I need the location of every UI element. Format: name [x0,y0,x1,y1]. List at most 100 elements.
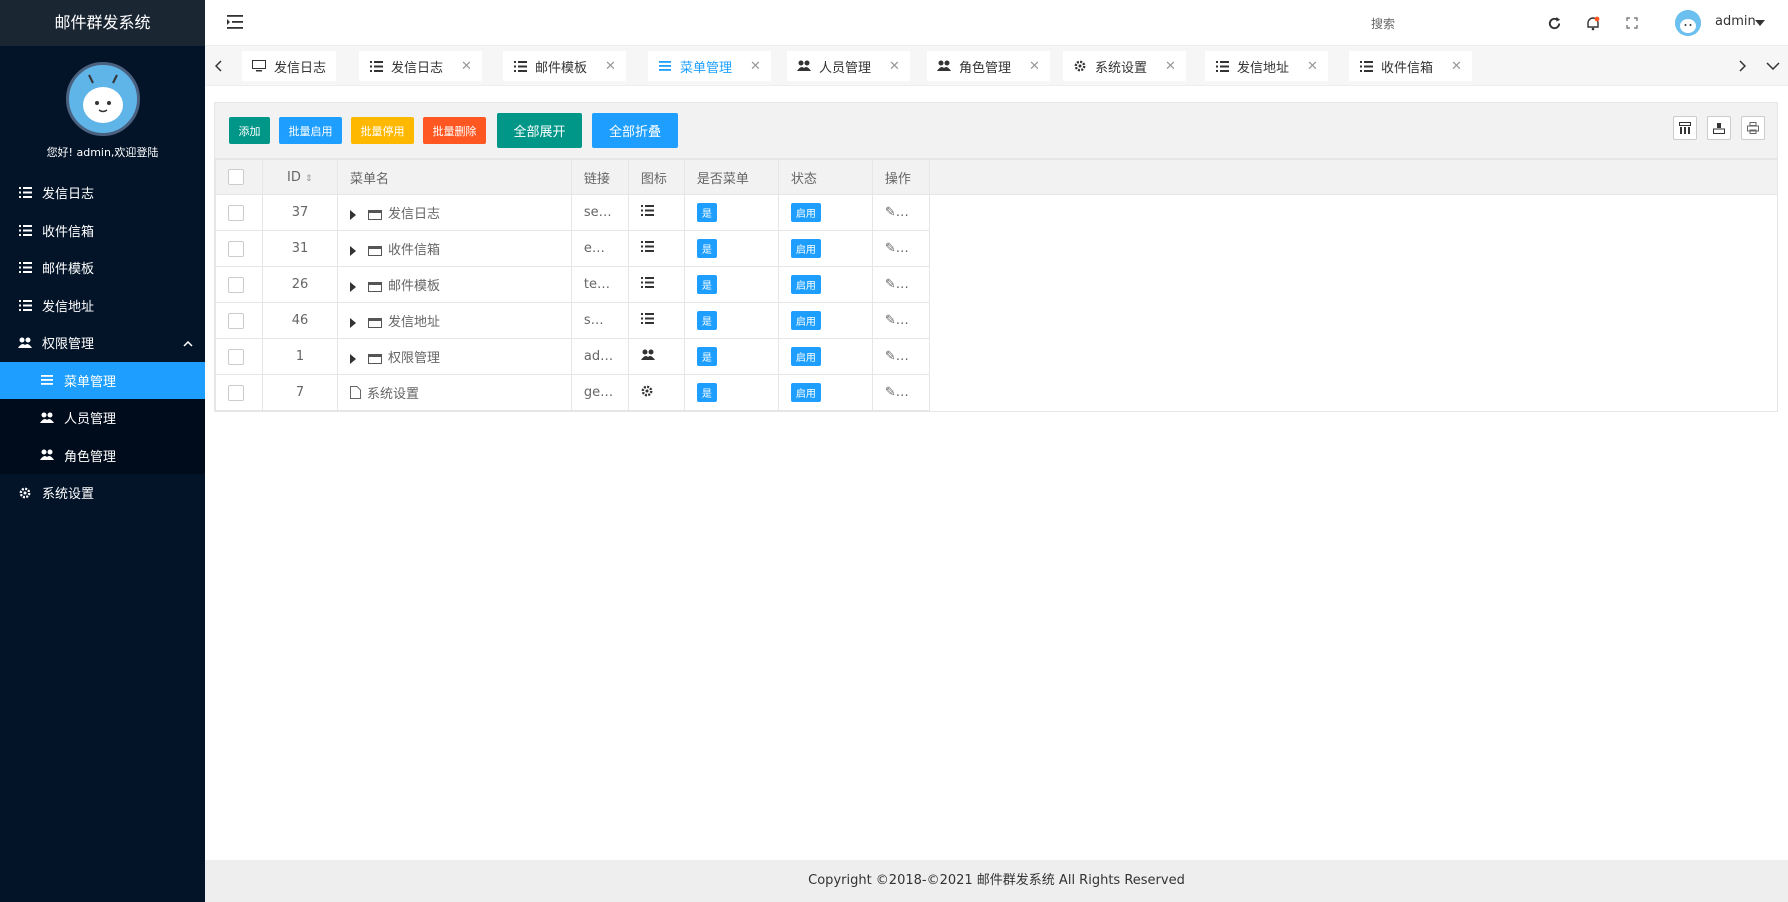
sidebar-toggle-icon[interactable] [227,14,245,32]
monitor-icon [252,59,266,73]
sidebar-item-templates[interactable]: 邮件模板 [0,249,205,287]
edit-icon[interactable]: ✎ [885,205,896,220]
batch-disable-button[interactable]: 批量停用 [351,117,414,144]
chevron-down-icon[interactable] [1758,46,1788,86]
collapse-all-button[interactable]: 全部折叠 [592,113,678,148]
edit-icon[interactable]: ✎ [885,313,896,328]
tab-label: 系统设置 [1095,60,1148,76]
table-row: 7 系统设置 ge… 是 启用 ✎… [215,374,1778,411]
tab-label: 角色管理 [959,60,1012,76]
caret-down-icon[interactable] [1755,20,1765,26]
expand-arrow-icon[interactable] [349,353,356,364]
print-icon[interactable] [1741,116,1765,140]
close-icon[interactable]: ✕ [1029,59,1040,74]
users-icon [40,448,54,462]
user-name[interactable]: admin [1715,14,1756,29]
status-badge: 启用 [790,275,821,294]
row-name-cell: 收件信箱 [336,230,572,267]
row-checkbox[interactable] [228,240,244,257]
more-actions[interactable]: … [896,241,909,256]
tab-sender-address[interactable]: 发信地址 ✕ [1205,51,1328,81]
row-checkbox[interactable] [228,312,244,329]
tab-bar: 发信日志 发信日志 ✕ 邮件模板 ✕ 菜单管理 ✕ 人员管理 ✕ 角色管理 ✕ … [205,46,1788,86]
sort-icon[interactable]: ⇕ [305,174,313,184]
select-all-checkbox[interactable] [228,169,244,185]
sidebar-item-staff-management[interactable]: 人员管理 [0,399,205,437]
row-name: 收件信箱 [387,243,440,258]
columns-filter-icon[interactable] [1673,116,1697,140]
edit-icon[interactable]: ✎ [885,385,896,400]
tab-staff-management[interactable]: 人员管理 ✕ [787,51,910,81]
edit-icon[interactable]: ✎ [885,349,896,364]
refresh-icon[interactable] [1545,14,1563,32]
fullscreen-icon[interactable] [1623,14,1641,32]
sidebar-item-system-settings[interactable]: 系统设置 [0,474,205,512]
sidebar-item-permissions[interactable]: 权限管理 [0,324,205,362]
column-header-id[interactable]: ID ⇕ [261,159,338,195]
tab-menu-management[interactable]: 菜单管理 ✕ [648,51,771,81]
row-checkbox[interactable] [228,276,244,293]
tab-inbox[interactable]: 收件信箱 ✕ [1349,51,1472,81]
more-actions[interactable]: … [896,385,909,400]
list-icon [640,313,654,328]
more-actions[interactable]: … [896,277,909,292]
folder-icon [367,281,382,292]
sidebar-item-label: 系统设置 [42,487,95,503]
sidebar-item-role-management[interactable]: 角色管理 [0,436,205,474]
more-actions[interactable]: … [896,205,909,220]
tab-send-log-home[interactable]: 发信日志 [242,51,337,81]
more-actions[interactable]: … [896,349,909,364]
table-filler [929,303,1777,339]
row-link: e… [570,230,629,267]
sidebar-item-label: 发信地址 [42,299,95,315]
close-icon[interactable]: ✕ [750,59,761,74]
add-button[interactable]: 添加 [229,117,270,144]
menu-icon [658,59,672,73]
sidebar-item-inbox[interactable]: 收件信箱 [0,212,205,250]
chevron-right-icon[interactable] [1728,46,1756,86]
export-icon[interactable] [1707,116,1731,140]
row-name: 发信地址 [387,315,440,330]
close-icon[interactable]: ✕ [889,59,900,74]
gear-icon [1073,59,1087,73]
expand-arrow-icon[interactable] [349,281,356,292]
column-header-is-menu: 是否菜单 [683,159,779,195]
chevron-left-icon[interactable] [205,46,233,86]
expand-arrow-icon[interactable] [349,317,356,328]
expand-arrow-icon[interactable] [349,245,356,256]
edit-icon[interactable]: ✎ [885,277,896,292]
sidebar-item-sender-address[interactable]: 发信地址 [0,287,205,325]
row-checkbox-cell [215,374,263,411]
row-actions-cell: ✎… [871,338,930,375]
chevron-up-icon [183,336,193,351]
tab-send-log[interactable]: 发信日志 ✕ [359,51,482,81]
users-icon [937,59,951,73]
sidebar-item-send-log[interactable]: 发信日志 [0,174,205,212]
row-checkbox[interactable] [228,384,244,401]
search-link[interactable]: 搜索 [1371,15,1395,32]
batch-delete-button[interactable]: 批量删除 [423,117,486,144]
list-icon [1215,59,1229,73]
expand-arrow-icon[interactable] [349,209,356,220]
tab-role-management[interactable]: 角色管理 ✕ [927,51,1050,81]
row-status-cell: 启用 [777,302,873,339]
expand-all-button[interactable]: 全部展开 [497,113,582,148]
folder-icon [367,245,382,256]
bell-icon[interactable] [1584,14,1602,32]
edit-icon[interactable]: ✎ [885,241,896,256]
sidebar-item-menu-management[interactable]: 菜单管理 [0,361,205,399]
tab-templates[interactable]: 邮件模板 ✕ [503,51,626,81]
sidebar: 邮件群发系统 您好! admin,欢迎登陆 发信日志 收件信箱 邮件模板 发信地… [0,0,205,902]
close-icon[interactable]: ✕ [1451,59,1462,74]
more-actions[interactable]: … [896,313,909,328]
row-checkbox[interactable] [228,348,244,365]
close-icon[interactable]: ✕ [461,59,472,74]
row-id: 26 [261,266,338,303]
tab-system-settings[interactable]: 系统设置 ✕ [1063,51,1186,81]
close-icon[interactable]: ✕ [1307,59,1318,74]
row-checkbox[interactable] [228,204,244,221]
user-avatar[interactable] [1675,10,1701,36]
close-icon[interactable]: ✕ [605,59,616,74]
close-icon[interactable]: ✕ [1165,59,1176,74]
batch-enable-button[interactable]: 批量启用 [279,117,342,144]
